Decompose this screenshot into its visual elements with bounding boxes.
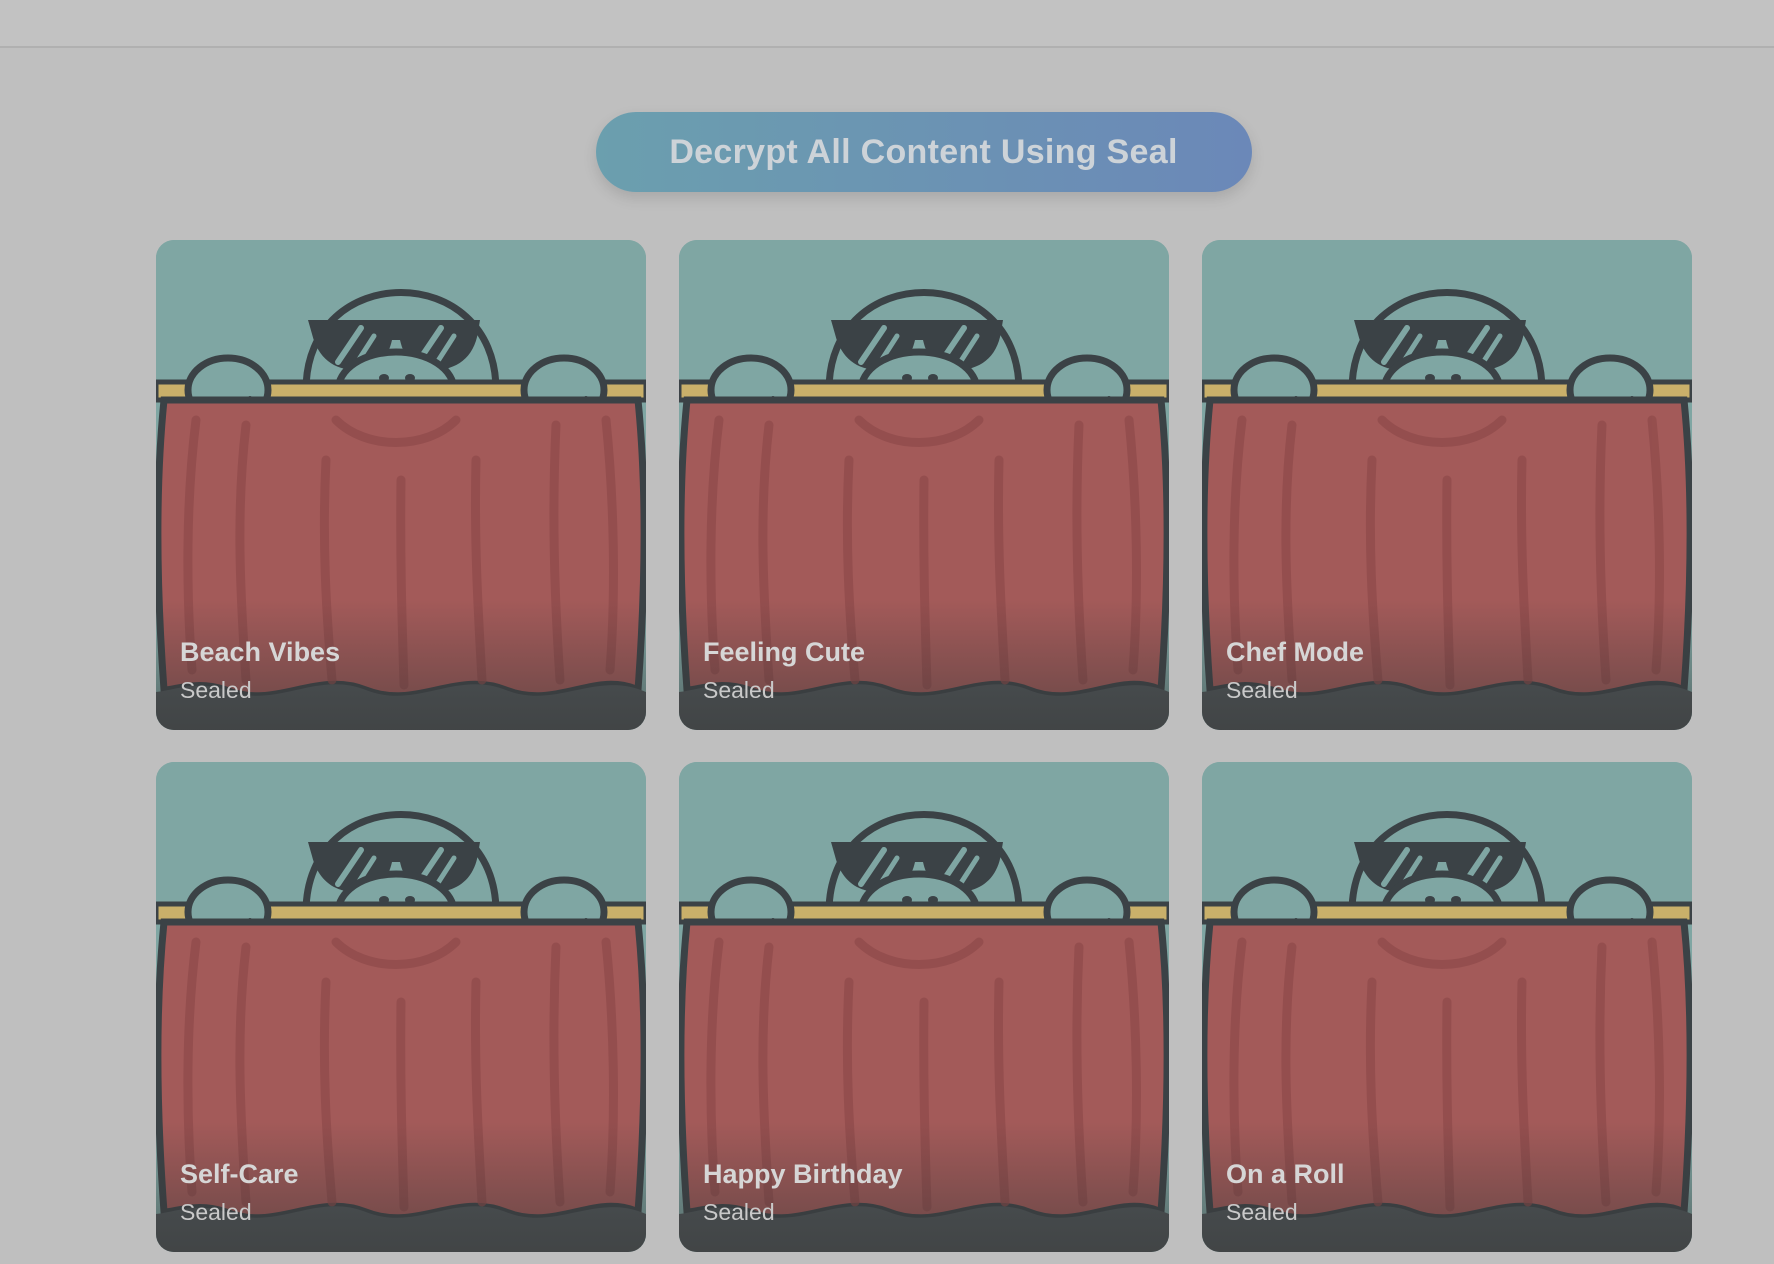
card-status: Sealed <box>703 1199 775 1225</box>
card-title: Feeling Cute <box>703 637 866 667</box>
card-status: Sealed <box>180 677 252 703</box>
content-card[interactable]: Chef Mode Sealed <box>1202 240 1692 730</box>
top-navigation-bar <box>0 0 1774 48</box>
content-card[interactable]: Self-Care Sealed <box>156 762 646 1252</box>
card-title: On a Roll <box>1226 1159 1345 1189</box>
card-status: Sealed <box>180 1199 252 1225</box>
content-card[interactable]: On a Roll Sealed <box>1202 762 1692 1252</box>
card-status: Sealed <box>1226 1199 1298 1225</box>
card-status: Sealed <box>703 677 775 703</box>
content-card[interactable]: Feeling Cute Sealed <box>679 240 1169 730</box>
decrypt-action-area: Decrypt All Content Using Seal <box>0 112 1774 192</box>
card-title: Happy Birthday <box>703 1159 903 1189</box>
card-status: Sealed <box>1226 677 1298 703</box>
decrypt-all-button[interactable]: Decrypt All Content Using Seal <box>595 112 1252 192</box>
card-title: Chef Mode <box>1226 637 1364 667</box>
card-title: Beach Vibes <box>180 637 341 667</box>
content-card[interactable]: Beach Vibes Sealed <box>156 240 646 730</box>
card-title: Self-Care <box>180 1159 299 1189</box>
content-card-grid: Beach Vibes Sealed Feeling Cute Sealed C… <box>156 240 1692 1252</box>
content-card[interactable]: Happy Birthday Sealed <box>679 762 1169 1252</box>
